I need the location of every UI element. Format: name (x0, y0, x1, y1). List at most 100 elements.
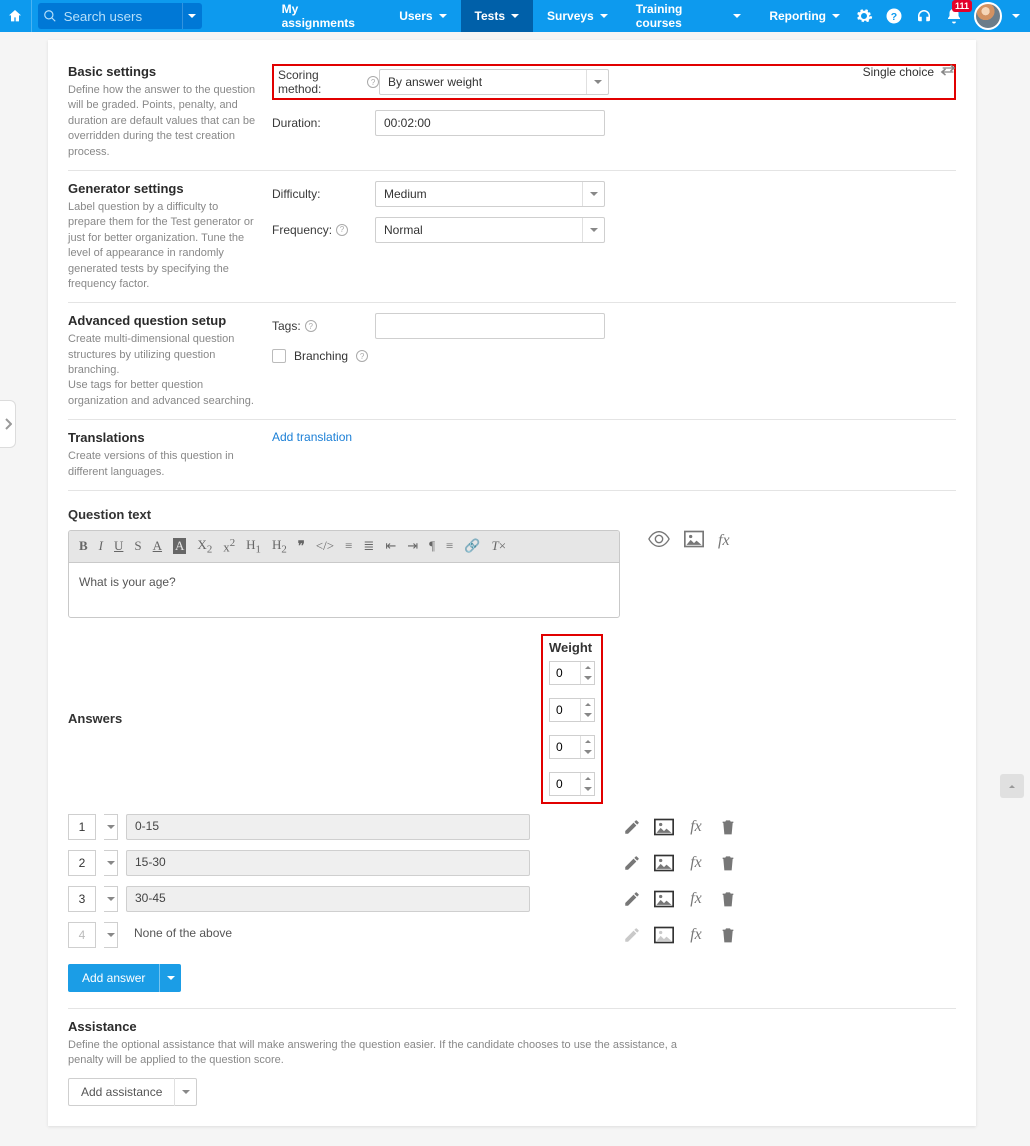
quote-button[interactable]: ❞ (298, 538, 305, 554)
code-button[interactable]: </> (316, 538, 334, 554)
home-button[interactable] (0, 0, 32, 32)
help-icon[interactable]: ? (305, 320, 317, 332)
indent-button[interactable]: ⇥ (407, 538, 418, 554)
weight-decrement[interactable] (581, 747, 594, 758)
image-button[interactable] (684, 530, 704, 551)
weight-increment[interactable] (581, 699, 594, 710)
highlight-button[interactable]: A (173, 538, 186, 554)
weight-stepper[interactable] (549, 698, 595, 722)
answer-order-field[interactable]: 4 (68, 922, 96, 948)
notifications-button[interactable]: 111 (944, 6, 964, 26)
chevron-down-icon[interactable] (159, 964, 181, 992)
weight-increment[interactable] (581, 773, 594, 784)
search-box[interactable] (38, 3, 202, 29)
answer-image-button[interactable] (654, 853, 674, 873)
answer-order-dropdown[interactable] (104, 886, 118, 912)
add-translation-link[interactable]: Add translation (272, 430, 352, 444)
outdent-button[interactable]: ⇤ (385, 538, 396, 554)
weight-stepper[interactable] (549, 772, 595, 796)
chevron-down-icon[interactable] (174, 1078, 196, 1106)
answer-formula-button[interactable]: fx (686, 889, 706, 909)
swap-type-button[interactable] (940, 64, 956, 79)
subscript-button[interactable]: X2 (197, 537, 212, 556)
weight-input[interactable] (550, 662, 580, 684)
weight-decrement[interactable] (581, 784, 594, 795)
edit-answer-button[interactable] (622, 853, 642, 873)
add-answer-button[interactable]: Add answer (68, 964, 181, 992)
duration-input[interactable]: 00:02:00 (375, 110, 605, 136)
preview-button[interactable] (648, 531, 670, 550)
font-color-button[interactable]: A (153, 538, 162, 554)
weight-input[interactable] (550, 736, 580, 758)
formula-button[interactable]: fx (718, 532, 730, 550)
delete-answer-button[interactable] (718, 889, 738, 909)
paragraph-button[interactable]: ¶ (429, 538, 435, 554)
weight-decrement[interactable] (581, 710, 594, 721)
strike-button[interactable]: S (134, 538, 141, 554)
help-button[interactable]: ? (884, 6, 904, 26)
superscript-button[interactable]: x2 (223, 537, 235, 555)
answer-formula-button[interactable]: fx (686, 853, 706, 873)
answer-image-button[interactable] (654, 817, 674, 837)
help-icon[interactable]: ? (367, 76, 379, 88)
answer-text-input[interactable]: 0-15 (126, 814, 530, 840)
weight-input[interactable] (550, 773, 580, 795)
weight-stepper[interactable] (549, 661, 595, 685)
expand-side-panel[interactable] (0, 400, 16, 448)
ordered-list-button[interactable]: ≡ (345, 538, 352, 554)
delete-answer-button[interactable] (718, 925, 738, 945)
answer-order-dropdown[interactable] (104, 922, 118, 948)
edit-answer-button[interactable] (622, 817, 642, 837)
nav-training-courses[interactable]: Training courses (622, 0, 756, 32)
link-button[interactable]: 🔗 (464, 538, 480, 554)
bold-button[interactable]: B (79, 538, 88, 554)
frequency-select[interactable]: Normal (375, 217, 605, 243)
delete-answer-button[interactable] (718, 817, 738, 837)
align-button[interactable]: ≡ (446, 538, 453, 554)
answer-formula-button[interactable]: fx (686, 817, 706, 837)
answer-order-field[interactable]: 3 (68, 886, 96, 912)
unordered-list-button[interactable]: ≣ (363, 538, 374, 554)
help-icon[interactable]: ? (356, 350, 368, 362)
editor-body[interactable]: What is your age? (69, 563, 619, 617)
nav-my-assignments[interactable]: My assignments (268, 0, 386, 32)
rich-text-editor[interactable]: B I U S A A X2 x2 H1 H2 ❞ </> ≡ ≣ ⇤ ⇥ ¶ … (68, 530, 620, 618)
italic-button[interactable]: I (99, 538, 103, 554)
weight-decrement[interactable] (581, 673, 594, 684)
nav-users[interactable]: Users (385, 0, 460, 32)
answer-text-input[interactable]: 30-45 (126, 886, 530, 912)
h2-button[interactable]: H2 (272, 537, 287, 556)
tags-input[interactable] (375, 313, 605, 339)
answer-order-dropdown[interactable] (104, 814, 118, 840)
delete-answer-button[interactable] (718, 853, 738, 873)
search-input[interactable] (62, 3, 182, 29)
user-avatar[interactable] (974, 2, 1002, 30)
answer-order-dropdown[interactable] (104, 850, 118, 876)
settings-button[interactable] (854, 6, 874, 26)
scroll-to-top-button[interactable] (1000, 774, 1024, 798)
weight-increment[interactable] (581, 736, 594, 747)
answer-order-field[interactable]: 1 (68, 814, 96, 840)
branching-checkbox[interactable] (272, 349, 286, 363)
chevron-down-icon (733, 14, 741, 18)
nav-tests[interactable]: Tests (461, 0, 533, 32)
search-dropdown[interactable] (182, 3, 202, 29)
h1-button[interactable]: H1 (246, 537, 261, 556)
scoring-method-select[interactable]: By answer weight (379, 69, 609, 95)
clear-format-button[interactable]: T× (492, 538, 507, 554)
weight-increment[interactable] (581, 662, 594, 673)
difficulty-select[interactable]: Medium (375, 181, 605, 207)
weight-stepper[interactable] (549, 735, 595, 759)
user-menu-caret[interactable] (1012, 14, 1020, 18)
underline-button[interactable]: U (114, 538, 123, 554)
add-assistance-button[interactable]: Add assistance (68, 1078, 197, 1106)
answer-order-field[interactable]: 2 (68, 850, 96, 876)
nav-surveys[interactable]: Surveys (533, 0, 622, 32)
weight-input[interactable] (550, 699, 580, 721)
answer-image-button[interactable] (654, 889, 674, 909)
edit-answer-button[interactable] (622, 889, 642, 909)
help-icon[interactable]: ? (336, 224, 348, 236)
answer-text-input[interactable]: 15-30 (126, 850, 530, 876)
support-button[interactable] (914, 6, 934, 26)
nav-reporting[interactable]: Reporting (755, 0, 854, 32)
